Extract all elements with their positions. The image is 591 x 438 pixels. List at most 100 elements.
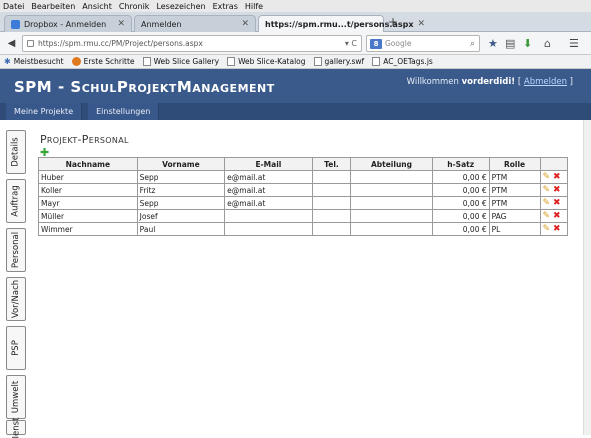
- delete-icon[interactable]: ✖: [553, 172, 561, 182]
- cell-h-satz: 0,00 €: [431, 183, 490, 197]
- menu-bearbeiten[interactable]: Bearbeiten: [31, 2, 75, 11]
- app-nav: Meine Projekte Einstellungen: [0, 103, 591, 120]
- library-icon[interactable]: ▤: [505, 37, 515, 50]
- close-icon[interactable]: ✕: [241, 19, 249, 29]
- google-icon: 8: [370, 38, 382, 49]
- tab-psp[interactable]: PSP: [6, 326, 26, 370]
- tab-label: Umwelt: [11, 380, 22, 414]
- app-header: SPM - SchulProjektManagement Willkommen …: [0, 69, 591, 103]
- table-header-row: Nachname Vorname E-Mail Tel. Abteilung h…: [38, 157, 568, 171]
- tab-personal[interactable]: Personal: [6, 228, 26, 272]
- menu-extras[interactable]: Extras: [213, 2, 238, 11]
- page-scrollbar[interactable]: [583, 120, 591, 435]
- tab-dienst[interactable]: Ienst: [6, 417, 26, 438]
- menu-hilfe[interactable]: Hilfe: [245, 2, 263, 11]
- cell-tel: [311, 170, 352, 184]
- menu-datei[interactable]: Datei: [3, 2, 24, 11]
- tab-anmelden[interactable]: Anmelden ✕: [134, 15, 256, 32]
- cell-nachname: Wimmer: [38, 222, 138, 236]
- tab-dropbox[interactable]: Dropbox - Anmelden ✕: [4, 15, 132, 32]
- cell-rolle: PTM: [488, 183, 541, 197]
- menu-bar: Datei Bearbeiten Ansicht Chronik Lesezei…: [0, 0, 591, 12]
- bookmark-web-slice-gallery[interactable]: Web Slice Gallery: [142, 57, 220, 66]
- download-icon[interactable]: ⬇: [523, 37, 532, 50]
- delete-icon[interactable]: ✖: [553, 211, 561, 221]
- logout-link[interactable]: Abmelden: [524, 77, 567, 87]
- edit-icon[interactable]: ✎: [543, 211, 551, 221]
- tab-strip: Dropbox - Anmelden ✕ Anmelden ✕ https://…: [0, 12, 591, 32]
- cell-vorname: Josef: [136, 209, 226, 223]
- cell-vorname: Sepp: [136, 196, 226, 210]
- bookmark-ac-oetags[interactable]: AC_OETags.js: [372, 57, 433, 66]
- menu-icon[interactable]: ☰: [569, 37, 579, 50]
- bookmark-meistbesucht[interactable]: ✱ Meistbesucht: [4, 57, 64, 66]
- tab-details[interactable]: Details: [6, 130, 26, 174]
- home-icon[interactable]: ⌂: [544, 37, 551, 50]
- cell-tel: [311, 183, 352, 197]
- url-text: https://spm.rmu.cc/PM/Project/persons.as…: [38, 39, 203, 48]
- user-name: vorderdidi!: [461, 77, 516, 87]
- bookmark-web-slice-katalog[interactable]: Web Slice-Katalog: [227, 57, 306, 66]
- cell-abteilung: [350, 183, 433, 197]
- row-actions: ✎ ✖: [539, 196, 568, 210]
- delete-icon[interactable]: ✖: [553, 185, 561, 195]
- back-icon[interactable]: ◀: [4, 36, 19, 51]
- header-abteilung[interactable]: Abteilung: [350, 157, 433, 171]
- cell-email: e@mail.at: [224, 170, 313, 184]
- tab-label: Details: [11, 137, 21, 167]
- nav-meine-projekte[interactable]: Meine Projekte: [6, 103, 83, 120]
- tab-auftrag[interactable]: Auftrag: [6, 179, 26, 223]
- table-row: Mayr Sepp e@mail.at 0,00 € PTM ✎ ✖: [38, 196, 568, 210]
- page-icon: [227, 57, 236, 66]
- bookmark-label: Web Slice Gallery: [153, 57, 220, 66]
- tab-label: Anmelden: [141, 19, 182, 29]
- page-icon: [313, 57, 322, 66]
- header-rolle[interactable]: Rolle: [488, 157, 541, 171]
- app-title: SPM - SchulProjektManagement: [14, 78, 275, 96]
- new-tab-icon[interactable]: +: [388, 15, 398, 29]
- menu-ansicht[interactable]: Ansicht: [82, 2, 112, 11]
- navigation-bar: ◀ https://spm.rmu.cc/PM/Project/persons.…: [0, 32, 591, 55]
- tab-label: Dropbox - Anmelden: [24, 19, 107, 29]
- cell-nachname: Müller: [38, 209, 138, 223]
- header-email[interactable]: E-Mail: [224, 157, 313, 171]
- bookmark-gallery-swf[interactable]: gallery.swf: [313, 57, 364, 66]
- menu-lesezeichen[interactable]: Lesezeichen: [156, 2, 205, 11]
- bookmark-erste-schritte[interactable]: Erste Schritte: [71, 57, 135, 66]
- cell-vorname: Sepp: [136, 170, 226, 184]
- menu-chronik[interactable]: Chronik: [119, 2, 150, 11]
- reload-icon[interactable]: ▾ C: [345, 39, 357, 48]
- url-bar[interactable]: https://spm.rmu.cc/PM/Project/persons.as…: [22, 35, 362, 52]
- tab-umwelt[interactable]: Umwelt: [6, 375, 26, 419]
- bookmark-star-icon[interactable]: ★: [488, 37, 498, 50]
- close-icon[interactable]: ✕: [417, 19, 425, 29]
- bookmark-label: Meistbesucht: [13, 57, 64, 66]
- cell-abteilung: [350, 222, 433, 236]
- tab-vor-nach[interactable]: Vor/Nach: [6, 277, 26, 321]
- cell-h-satz: 0,00 €: [431, 196, 490, 210]
- search-bar[interactable]: 8 Google ⌕: [366, 35, 480, 52]
- bookmarks-bar: ✱ Meistbesucht Erste Schritte Web Slice G…: [0, 55, 591, 69]
- cell-nachname: Mayr: [38, 196, 138, 210]
- search-icon[interactable]: ⌕: [470, 39, 475, 49]
- cell-vorname: Fritz: [136, 183, 226, 197]
- header-h-satz[interactable]: h-Satz: [431, 157, 490, 171]
- delete-icon[interactable]: ✖: [553, 198, 561, 208]
- bookmark-label: Web Slice-Katalog: [238, 57, 306, 66]
- edit-icon[interactable]: ✎: [543, 185, 551, 195]
- cell-h-satz: 0,00 €: [431, 209, 490, 223]
- cell-email: e@mail.at: [224, 196, 313, 210]
- cell-abteilung: [350, 196, 433, 210]
- cell-tel: [311, 222, 352, 236]
- cell-email: [224, 222, 313, 236]
- tab-persons[interactable]: https://spm.rmu...t/persons.aspx ✕: [258, 15, 425, 32]
- delete-icon[interactable]: ✖: [553, 224, 561, 234]
- header-nachname[interactable]: Nachname: [38, 157, 138, 171]
- close-icon[interactable]: ✕: [117, 19, 125, 29]
- edit-icon[interactable]: ✎: [543, 224, 551, 234]
- header-vorname[interactable]: Vorname: [136, 157, 226, 171]
- edit-icon[interactable]: ✎: [543, 172, 551, 182]
- nav-einstellungen[interactable]: Einstellungen: [88, 103, 160, 120]
- edit-icon[interactable]: ✎: [543, 198, 551, 208]
- header-tel[interactable]: Tel.: [311, 157, 352, 171]
